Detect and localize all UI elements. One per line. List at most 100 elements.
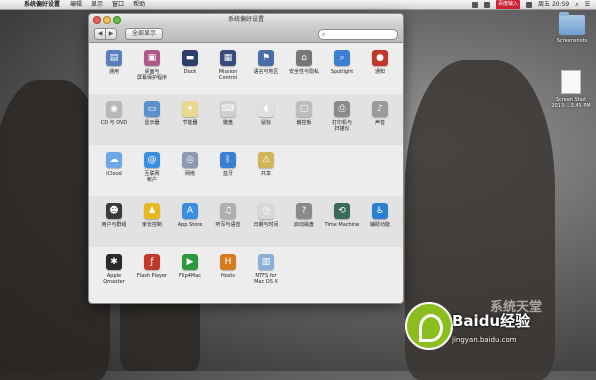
input-method-badge[interactable]: 百度输入 [496,0,521,9]
pane-sound[interactable]: ♪ 声音 [361,101,399,132]
pane-label: 语言与地区 [253,69,279,75]
pane-cd-dvd[interactable]: ◉ CD 与 DVD [95,101,133,132]
time-machine-icon: ⟲ [334,203,350,219]
minimize-button[interactable] [103,16,111,24]
pane-apple-qmaster[interactable]: ✱ Apple Qmaster [95,254,133,285]
menu-view[interactable]: 显示 [91,0,103,9]
battery-icon[interactable] [526,1,533,8]
apple-qmaster-icon: ✱ [106,254,122,270]
app-store-icon: A [182,203,198,219]
pane-general[interactable]: ▤ 通用 [95,50,133,81]
pane-date-time[interactable]: ◷ 日期与时间 [247,203,285,228]
pane-mission-control[interactable]: ▦ Mission Control [209,50,247,81]
pane-section: ✱ Apple Qmaster ƒ Flash Player ▶ Flip4Mac H Hos… [89,247,403,298]
pane-section: ☻ 用户与群组 ♟ 家长控制 A App Store ♫ 听写与语音 ◷ 日期与时间? 启动磁盘 ⟲ T… [89,196,403,247]
spotlight-icon: ⌕ [334,50,350,66]
back-button[interactable]: ◀ [94,28,106,40]
pane-flip4mac[interactable]: ▶ Flip4Mac [171,254,209,285]
pane-section: ☁ iCloud @ 互联网 帐户 ◎ 网络 ᛒ 蓝牙 ⚠ 共享 [89,145,403,196]
pane-trackpad[interactable]: ▢ 触控板 [285,101,323,132]
nav-buttons: ◀ ▶ [94,28,117,40]
volume-icon[interactable] [484,1,491,8]
pane-time-machine[interactable]: ⟲ Time Machine [323,203,361,228]
pane-desktop-screensaver[interactable]: ▣ 桌面与 屏幕保护程序 [133,50,171,81]
printer-scanner-icon: ⎙ [334,101,350,117]
pane-internet-accounts[interactable]: @ 互联网 帐户 [133,152,171,183]
dock-icon: ▬ [182,50,198,66]
ntfs-icon: ▥ [258,254,274,270]
spotlight-menu-icon[interactable]: ⌕ [575,0,578,9]
pane-label: 通用 [108,69,119,75]
pane-dictation-speech[interactable]: ♫ 听写与语音 [209,203,247,228]
pane-dock[interactable]: ▬ Dock [171,50,209,81]
pane-label: Mission Control [218,69,238,81]
pane-label: 听写与语音 [215,222,241,228]
bluetooth-icon: ᛒ [220,152,236,168]
notifications-icon: ● [372,50,388,66]
menu-window[interactable]: 窗口 [112,0,124,9]
notification-center-icon[interactable]: ☰ [585,0,590,9]
wifi-icon[interactable] [472,1,479,8]
menu-bar: 系统偏好设置 编辑 显示 窗口 帮助 百度输入 周五 20:59 ⌕ ☰ [0,0,596,10]
pane-app-store[interactable]: A App Store [171,203,209,228]
pane-users-groups[interactable]: ☻ 用户与群组 [95,203,133,228]
pane-label: 键盘 [222,120,233,126]
zoom-button[interactable] [113,16,121,24]
desktop-folder-screenshots[interactable]: Screenshots [552,12,592,44]
pane-label: 家长控制 [141,222,162,228]
users-groups-icon: ☻ [106,203,122,219]
hosts-icon: H [220,254,236,270]
pane-displays[interactable]: ▭ 显示器 [133,101,171,132]
pane-startup-disk[interactable]: ? 启动磁盘 [285,203,323,228]
pane-section: ▤ 通用 ▣ 桌面与 屏幕保护程序 ▬ Dock ▦ Mission Control ⚑ 语言与地… [89,43,403,94]
search-field[interactable]: ⌕ [318,29,398,40]
pane-printer-scanner[interactable]: ⎙ 打印机与 扫描仪 [323,101,361,132]
pane-ntfs[interactable]: ▥ NTFS for Mac OS X [247,254,285,285]
pane-language-region[interactable]: ⚑ 语言与地区 [247,50,285,81]
pane-label: App Store [177,222,203,228]
image-file-icon [561,70,581,94]
internet-accounts-icon: @ [144,152,160,168]
pane-label: 网络 [184,171,195,177]
pane-sharing[interactable]: ⚠ 共享 [247,152,285,183]
security-privacy-icon: ⌂ [296,50,312,66]
watermark-brand: Baidu经验 [452,312,531,330]
pane-flash-player[interactable]: ƒ Flash Player [133,254,171,285]
search-input[interactable] [325,31,394,38]
pane-icloud[interactable]: ☁ iCloud [95,152,133,183]
pane-spotlight[interactable]: ⌕ Spotlight [323,50,361,81]
pane-label: Flash Player [136,273,168,279]
pane-network[interactable]: ◎ 网络 [171,152,209,183]
pane-label: 触控板 [296,120,312,126]
window-titlebar[interactable]: 系统偏好设置 [89,14,403,25]
menu-clock[interactable]: 周五 20:59 [538,0,569,9]
accessibility-icon: ♿ [372,203,388,219]
pane-mouse[interactable]: ◖ 鼠标 [247,101,285,132]
desktop-file-screenshot[interactable]: Screen Shot 2013-...3.45 PM [548,70,594,109]
pane-label: 启动磁盘 [293,222,314,228]
close-button[interactable] [93,16,101,24]
window-toolbar: ◀ ▶ 全部显示 ⌕ [89,25,403,43]
menu-edit[interactable]: 编辑 [70,0,82,9]
pane-label: 用户与群组 [101,222,127,228]
menu-app-name[interactable]: 系统偏好设置 [24,0,60,9]
show-all-button[interactable]: 全部显示 [125,28,164,40]
window-title: 系统偏好设置 [227,16,264,23]
pane-parental-controls[interactable]: ♟ 家长控制 [133,203,171,228]
pane-bluetooth[interactable]: ᛒ 蓝牙 [209,152,247,183]
pane-label: NTFS for Mac OS X [254,273,278,285]
date-time-icon: ◷ [258,203,274,219]
pane-security-privacy[interactable]: ⌂ 安全性与隐私 [285,50,323,81]
mouse-icon: ◖ [258,101,274,117]
desktop-screensaver-icon: ▣ [144,50,160,66]
pane-row: ☻ 用户与群组 ♟ 家长控制 A App Store ♫ 听写与语音 ◷ 日期与时间? 启动磁盘 ⟲ T… [95,203,399,228]
pane-keyboard[interactable]: ⌨ 键盘 [209,101,247,132]
pane-section: ◉ CD 与 DVD ▭ 显示器 ✦ 节能器 ⌨ 键盘 ◖ 鼠标 ▢ 触控板 ⎙ 打印机与 扫描仪 ♪ 声音 [89,94,403,145]
forward-button[interactable]: ▶ [106,28,117,40]
pane-energy-saver[interactable]: ✦ 节能器 [171,101,209,132]
pane-label: Apple Qmaster [103,273,125,285]
pane-accessibility[interactable]: ♿ 辅助功能 [361,203,399,228]
menu-help[interactable]: 帮助 [133,0,145,9]
pane-notifications[interactable]: ● 通知 [361,50,399,81]
pane-hosts[interactable]: H Hosts [209,254,247,285]
